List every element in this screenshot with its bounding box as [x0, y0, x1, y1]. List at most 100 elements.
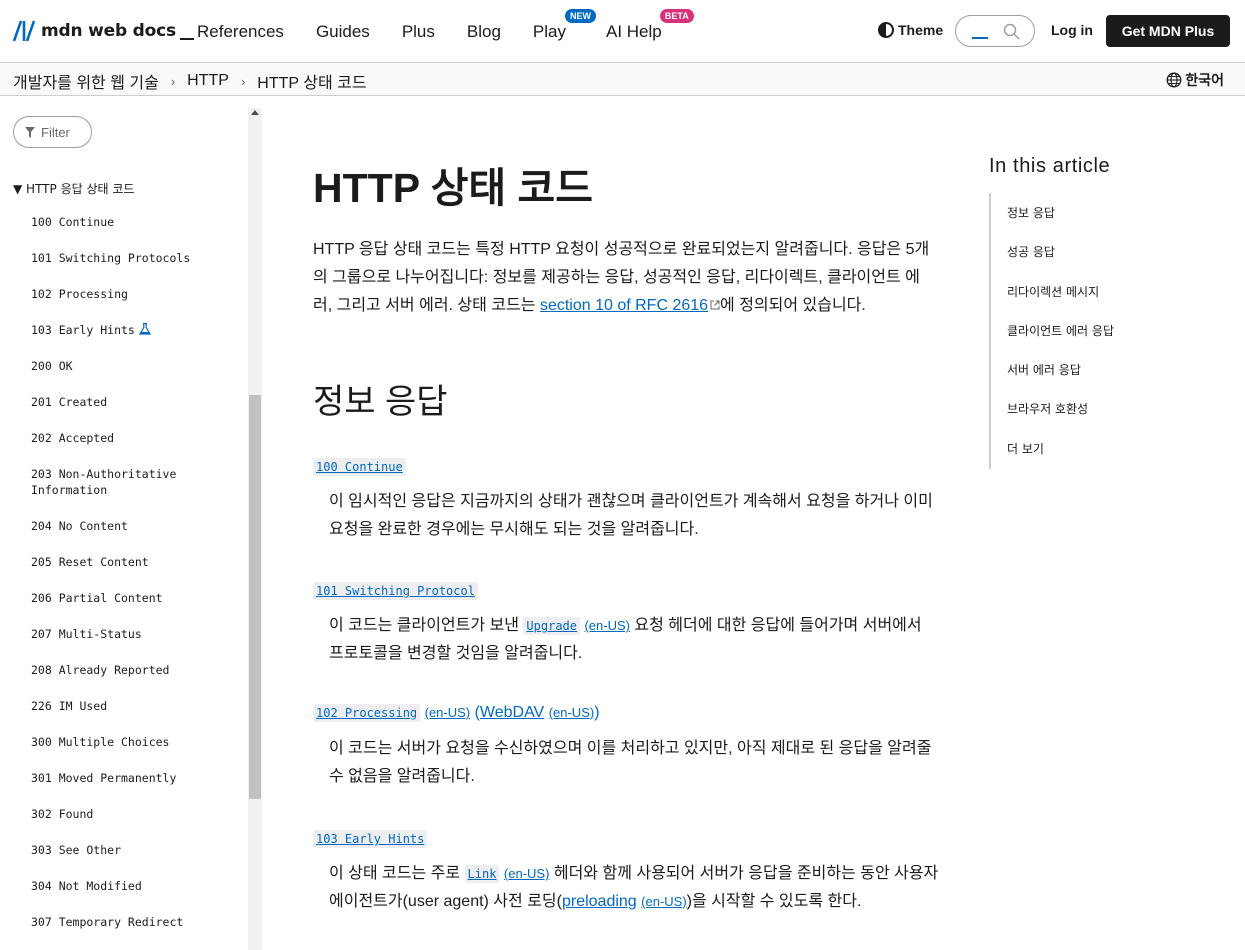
breadcrumb-item-web-tech[interactable]: 개발자를 위한 웹 기술 [13, 69, 159, 93]
globe-icon [1166, 72, 1182, 88]
entry-term-102: 102 Processing (en-US) (WebDAV (en-US)) [313, 704, 600, 722]
code-link-101-switching-protocol[interactable]: 101 Switching Protocol [313, 582, 478, 600]
sidebar: Filter ▼ HTTP 응답 상태 코드 100 Continue 101 … [0, 96, 263, 950]
sidebar-item-300[interactable]: 300 Multiple Choices [31, 734, 241, 750]
search-input[interactable] [955, 15, 1035, 47]
breadcrumb-item-http[interactable]: HTTP [187, 72, 229, 90]
paren: ) [594, 704, 600, 721]
nav-play[interactable]: Play NEW [532, 8, 596, 42]
sidebar-item-206[interactable]: 206 Partial Content [31, 590, 241, 606]
rfc-2616-link[interactable]: section 10 of RFC 2616 [540, 297, 708, 314]
sidebar-item-204[interactable]: 204 No Content [31, 518, 241, 534]
nav-ai-help[interactable]: AI Help BETA [606, 8, 694, 42]
sidebar-item-302[interactable]: 302 Found [31, 806, 241, 822]
breadcrumb: 개발자를 위한 웹 기술 › HTTP › HTTP 상태 코드 [13, 69, 367, 93]
nav-label: AI Help [606, 21, 662, 41]
entry-desc-102: 이 코드는 서버가 요청을 수신하였으며 이를 처리하고 있지만, 아직 제대로… [329, 740, 932, 785]
nav-blog[interactable]: Blog [467, 22, 501, 42]
nav-label: Blog [466, 21, 501, 41]
intro-text-end: 에 정의되어 있습니다. [720, 297, 866, 314]
sidebar-scrollbar[interactable] [248, 108, 262, 950]
sidebar-item-307[interactable]: 307 Temporary Redirect [31, 914, 241, 930]
beta-badge: BETA [659, 8, 694, 23]
sidebar-item-301[interactable]: 301 Moved Permanently [31, 770, 241, 786]
toc-item-see-also[interactable]: 더 보기 [991, 429, 1191, 468]
sidebar-item-205[interactable]: 205 Reset Content [31, 554, 241, 570]
theme-switcher-button[interactable]: Theme [878, 22, 943, 38]
sidebar-item-100[interactable]: 100 Continue [31, 214, 241, 230]
sidebar-item-101[interactable]: 101 Switching Protocols [31, 250, 241, 266]
desc-text: )을 시작할 수 있도록 한다. [686, 893, 862, 910]
sidebar-item-102[interactable]: 102 Processing [31, 286, 241, 302]
toc-list: 정보 응답 성공 응답 리다이렉션 메시지 클라이언트 에러 응답 서버 에러 … [989, 193, 1191, 469]
toc-item-browser-compat[interactable]: 브라우저 호환성 [991, 389, 1191, 428]
nav-plus[interactable]: Plus [402, 22, 435, 42]
top-navigation-bar: mdn web docs References Guides Plus Blog… [0, 0, 1245, 63]
filter-placeholder: Filter [41, 124, 70, 140]
sidebar-item-201[interactable]: 201 Created [31, 394, 241, 410]
code-link-upgrade[interactable]: Upgrade [523, 617, 580, 635]
entry-term-100: 100 Continue [313, 458, 406, 476]
sidebar-item-103[interactable]: 103 Early Hints [31, 322, 241, 338]
get-mdn-plus-button[interactable]: Get MDN Plus [1106, 15, 1230, 47]
toc-title: In this article [989, 155, 1111, 177]
sidebar-item-226[interactable]: 226 IM Used [31, 698, 241, 714]
code-link-link[interactable]: Link [464, 865, 500, 883]
login-link[interactable]: Log in [1051, 22, 1093, 38]
sidebar-item-207[interactable]: 207 Multi-Status [31, 626, 241, 642]
experimental-flask-icon [138, 323, 151, 335]
entry-desc-101: 이 코드는 클라이언트가 보낸 Upgrade (en-US) 요청 헤더에 대… [329, 612, 939, 668]
scroll-up-arrow-icon[interactable] [251, 110, 259, 115]
nav-label: Plus [401, 21, 435, 41]
sidebar-section-title[interactable]: ▼ HTTP 응답 상태 코드 [13, 180, 134, 197]
language-label: 한국어 [1185, 72, 1224, 88]
webdav-link[interactable]: WebDAV [480, 704, 544, 721]
entry-term-101: 101 Switching Protocol [313, 582, 478, 600]
sidebar-list: 100 Continue 101 Switching Protocols 102… [31, 214, 241, 950]
toc-item-success[interactable]: 성공 응답 [991, 232, 1191, 271]
entry-desc-103: 이 상태 코드는 주로 Link (en-US) 헤더와 함께 사용되어 서버가… [329, 860, 939, 916]
en-us-link[interactable]: (en-US) [584, 618, 630, 633]
theme-label: Theme [898, 22, 944, 38]
breadcrumb-item-status-codes[interactable]: HTTP 상태 코드 [257, 69, 366, 93]
toc-item-client-error[interactable]: 클라이언트 에러 응답 [991, 311, 1191, 350]
toc-item-redirection[interactable]: 리다이렉션 메시지 [991, 272, 1191, 311]
sidebar-item-304[interactable]: 304 Not Modified [31, 878, 241, 894]
code-link-100-continue[interactable]: 100 Continue [313, 458, 406, 476]
sidebar-item-203[interactable]: 203 Non-Authoritative Information [31, 466, 241, 498]
language-switcher[interactable]: 한국어 [1166, 70, 1224, 90]
en-us-link[interactable]: (en-US) [641, 894, 687, 909]
filter-icon [25, 126, 35, 138]
en-us-link[interactable]: (en-US) [425, 705, 471, 720]
mdn-logo[interactable]: mdn web docs [12, 19, 194, 43]
filter-input[interactable]: Filter [13, 116, 92, 148]
toc-item-server-error[interactable]: 서버 에러 응답 [991, 350, 1191, 389]
sidebar-item-202[interactable]: 202 Accepted [31, 430, 241, 446]
code-link-103-early-hints[interactable]: 103 Early Hints [313, 830, 428, 848]
code-link-102-processing[interactable]: 102 Processing [313, 704, 421, 722]
en-us-link[interactable]: (en-US) [504, 866, 550, 881]
new-badge: NEW [565, 8, 596, 23]
entry-term-103: 103 Early Hints [313, 830, 428, 848]
page-title: HTTP 상태 코드 [313, 165, 593, 211]
search-icon [1003, 23, 1020, 40]
nav-guides[interactable]: Guides [316, 22, 370, 42]
breadcrumb-separator: › [240, 73, 246, 89]
nav-label: Guides [315, 21, 370, 41]
desc-text: 이 코드는 클라이언트가 보낸 [329, 617, 524, 634]
sidebar-item-208[interactable]: 208 Already Reported [31, 662, 241, 678]
breadcrumb-bar: 개발자를 위한 웹 기술 › HTTP › HTTP 상태 코드 한국어 [0, 63, 1245, 96]
nav-label: Play [532, 21, 566, 41]
external-link-icon [710, 300, 720, 310]
toc-item-informational[interactable]: 정보 응답 [991, 193, 1191, 232]
sidebar-item-303[interactable]: 303 See Other [31, 842, 241, 858]
breadcrumb-separator: › [170, 73, 176, 89]
sidebar-item-label: 103 Early Hints [31, 323, 135, 337]
nav-references[interactable]: References [197, 22, 284, 42]
preloading-link[interactable]: preloading [562, 893, 637, 910]
en-us-link[interactable]: (en-US) [549, 705, 595, 720]
theme-icon [878, 22, 894, 38]
mdn-logo-icon [12, 20, 36, 42]
sidebar-scroll-thumb[interactable] [249, 395, 261, 799]
sidebar-item-200[interactable]: 200 OK [31, 358, 241, 374]
